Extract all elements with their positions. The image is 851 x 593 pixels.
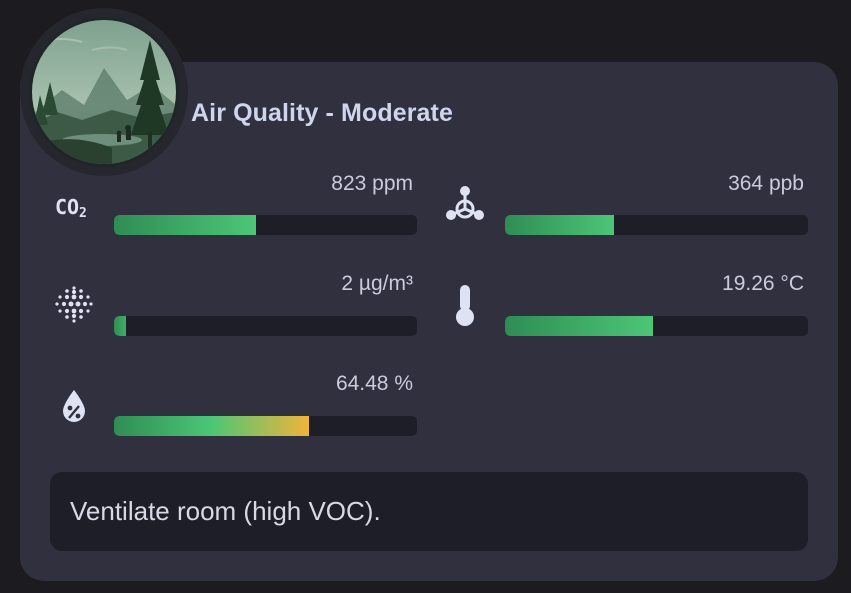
co2-bar [114,215,417,235]
humidity-value: 64.48 % [335,372,413,395]
recommendation-text: Ventilate room (high VOC). [70,496,381,526]
temperature-value: 19.26 °C [722,272,804,295]
temperature-bar-fill [505,316,654,336]
svg-text:CO: CO [55,195,79,219]
voc-bar-fill [505,215,615,235]
co2-icon: CO 2 [50,190,96,222]
particles-icon [52,282,96,326]
card-title: Air Quality - Moderate [191,99,453,127]
svg-text:2: 2 [79,206,87,220]
pm-bar [114,316,417,336]
co2-bar-fill [114,215,257,235]
temperature-bar [505,316,808,336]
voc-bar [505,215,808,235]
co2-value: 823 ppm [331,172,413,195]
humidity-bar-fill [114,416,310,436]
forest-landscape-image [29,17,179,167]
water-percent-icon [58,386,90,426]
voc-value: 364 ppb [728,172,804,195]
pm-value: 2 µg/m³ [341,272,413,295]
humidity-bar [114,416,417,436]
molecule-icon [441,180,489,228]
pm-bar-fill [114,316,127,336]
thermometer-icon [450,282,480,328]
recommendation-message: Ventilate room (high VOC). [50,472,808,551]
avatar [20,8,188,176]
